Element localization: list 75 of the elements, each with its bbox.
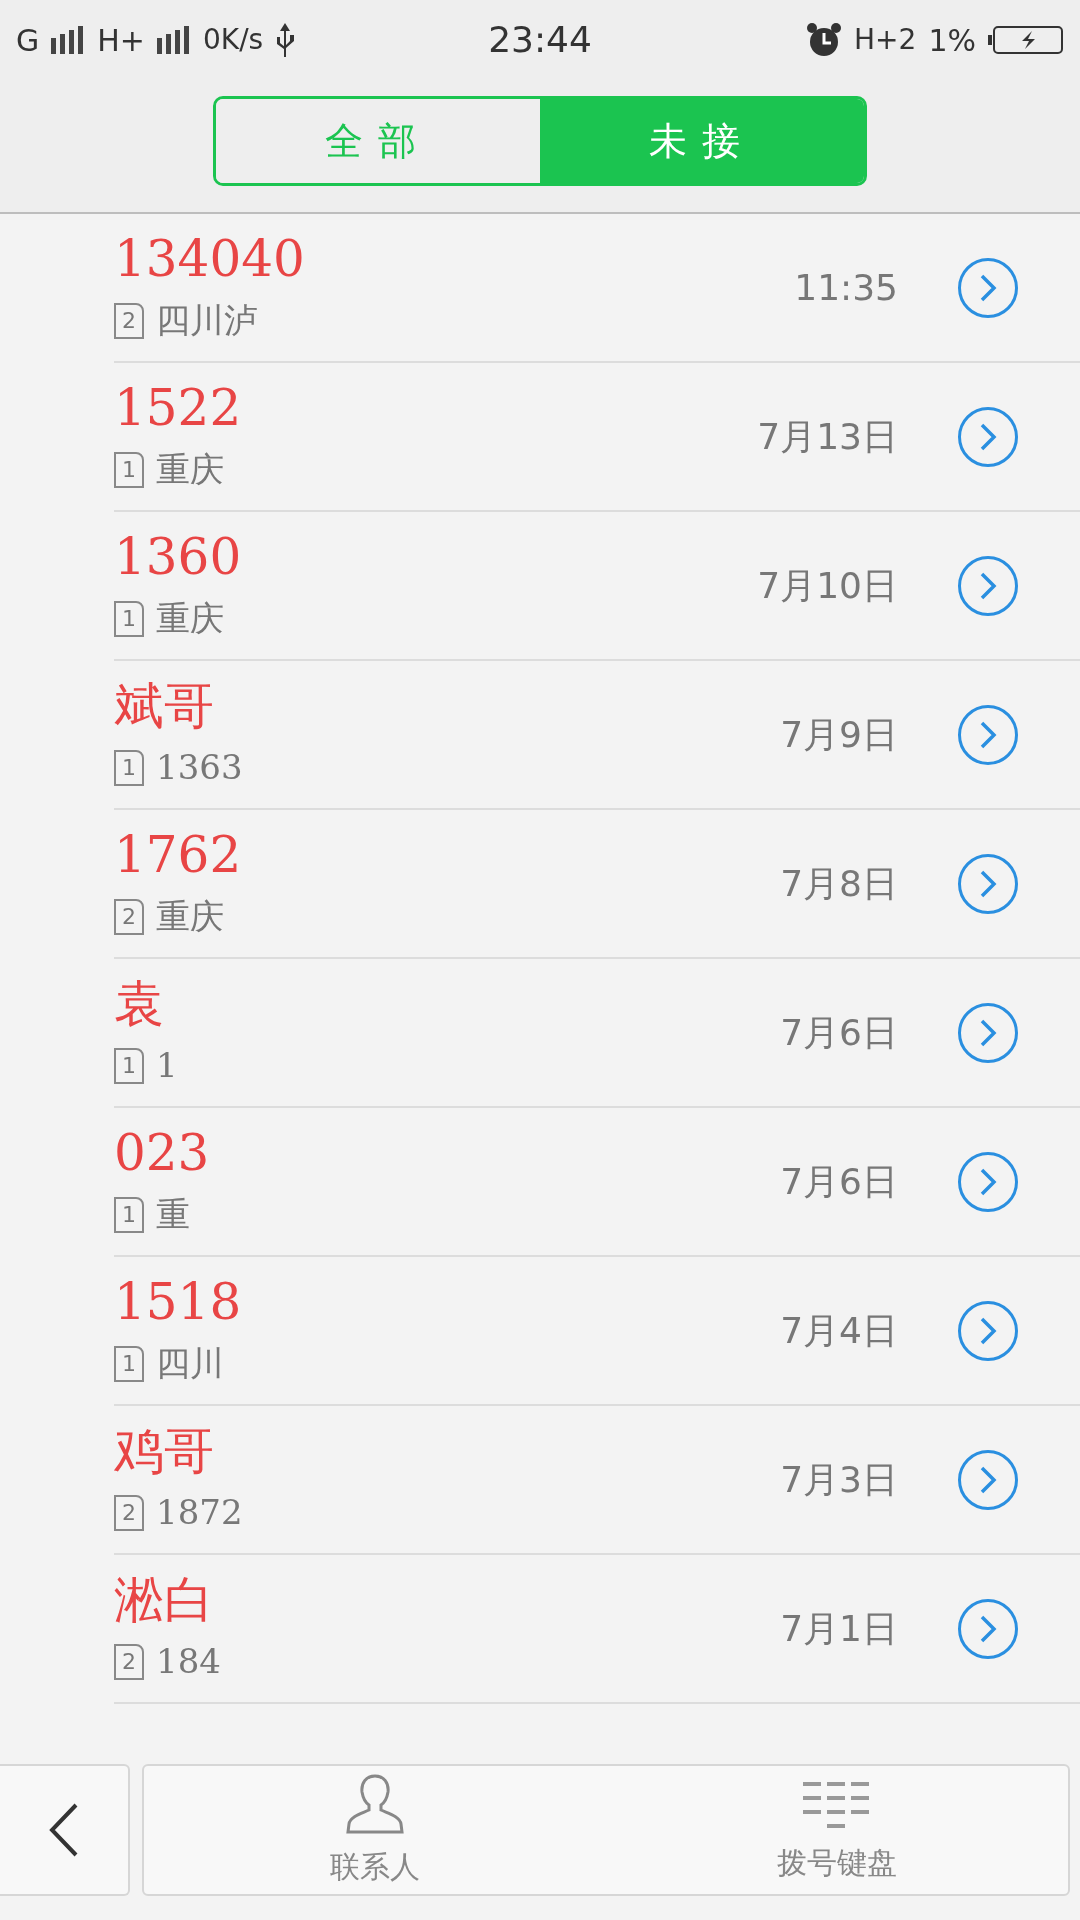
battery-percent: 1% <box>928 21 976 60</box>
chevron-left-icon <box>49 1803 79 1857</box>
call-date: 11:35 <box>794 265 898 310</box>
details-button[interactable] <box>958 257 1018 318</box>
caller-name: 斌哥 <box>114 676 214 736</box>
sim-card-icon: 1 <box>114 749 144 786</box>
chevron-right-icon <box>979 719 997 750</box>
sim-card-icon: 1 <box>114 1345 144 1382</box>
network-type: G <box>16 21 40 60</box>
details-button[interactable] <box>958 1151 1018 1212</box>
chevron-right-icon <box>979 570 997 601</box>
caller-name: 1522 <box>114 378 242 438</box>
call-date: 7月10日 <box>757 563 898 608</box>
call-date: 7月3日 <box>780 1457 898 1502</box>
signal-icon <box>156 26 191 54</box>
caller-detail: 四川 <box>156 1342 224 1385</box>
caller-name: 1360 <box>114 527 242 587</box>
call-date: 7月4日 <box>780 1308 898 1353</box>
alarm-icon <box>806 22 843 58</box>
caller-detail: 四川泸 <box>156 299 258 342</box>
network-type: H+2 <box>854 22 917 58</box>
details-button[interactable] <box>958 1598 1018 1659</box>
caller-name: 023 <box>114 1123 210 1183</box>
details-button[interactable] <box>958 1300 1018 1361</box>
chevron-right-icon <box>979 1017 997 1048</box>
clock-time: 23:44 <box>488 18 592 62</box>
call-date: 7月6日 <box>780 1159 898 1204</box>
details-button[interactable] <box>958 704 1018 765</box>
sim-card-icon: 1 <box>114 451 144 488</box>
caller-detail: 重庆 <box>156 448 224 491</box>
sim-card-icon: 1 <box>114 1196 144 1233</box>
caller-name: 袁 <box>114 974 164 1034</box>
call-date: 7月6日 <box>780 1010 898 1055</box>
chevron-right-icon <box>979 1315 997 1346</box>
details-button[interactable] <box>958 555 1018 616</box>
usb-icon <box>275 23 296 57</box>
caller-name: 1518 <box>114 1272 242 1332</box>
sim-card-icon: 2 <box>114 1643 144 1680</box>
caller-name: 淞白 <box>114 1570 214 1630</box>
call-date: 7月9日 <box>780 712 898 757</box>
sim-card-icon: 2 <box>114 302 144 339</box>
caller-detail: 重庆 <box>156 895 224 938</box>
call-date: 7月8日 <box>780 861 898 906</box>
chevron-right-icon <box>979 272 997 303</box>
details-button[interactable] <box>958 1449 1018 1510</box>
network-type: H+ <box>97 21 145 60</box>
sim-card-icon: 2 <box>114 1494 144 1531</box>
call-date: 7月1日 <box>780 1606 898 1651</box>
caller-detail: 1363 <box>156 746 243 789</box>
chevron-right-icon <box>979 1613 997 1644</box>
caller-detail: 184 <box>156 1640 221 1683</box>
bottom-tab[interactable]: 拨号键盘 <box>606 1766 1068 1894</box>
caller-detail: 1 <box>156 1044 178 1087</box>
sim-card-icon: 1 <box>114 600 144 637</box>
chevron-right-icon <box>979 1166 997 1197</box>
call-date: 7月13日 <box>757 414 898 459</box>
chevron-right-icon <box>979 1464 997 1495</box>
caller-name: 1762 <box>114 825 242 885</box>
sim-card-icon: 2 <box>114 898 144 935</box>
chevron-right-icon <box>979 868 997 899</box>
caller-detail: 重庆 <box>156 597 224 640</box>
details-button[interactable] <box>958 853 1018 914</box>
details-button[interactable] <box>958 1002 1018 1063</box>
details-button[interactable] <box>958 406 1018 467</box>
caller-name: 鸡哥 <box>114 1421 214 1481</box>
speed-text: 0K/s <box>202 22 264 58</box>
sim-card-icon: 1 <box>114 1047 144 1084</box>
caller-name: 134040 <box>114 229 305 289</box>
signal-icon <box>51 26 86 54</box>
caller-detail: 重 <box>156 1193 190 1236</box>
bottom-tab[interactable]: 联系人 <box>144 1766 606 1894</box>
battery-charging-icon <box>988 25 1064 55</box>
caller-detail: 1872 <box>156 1491 243 1534</box>
filter-tab[interactable]: 未接 <box>540 99 864 183</box>
chevron-right-icon <box>979 421 997 452</box>
